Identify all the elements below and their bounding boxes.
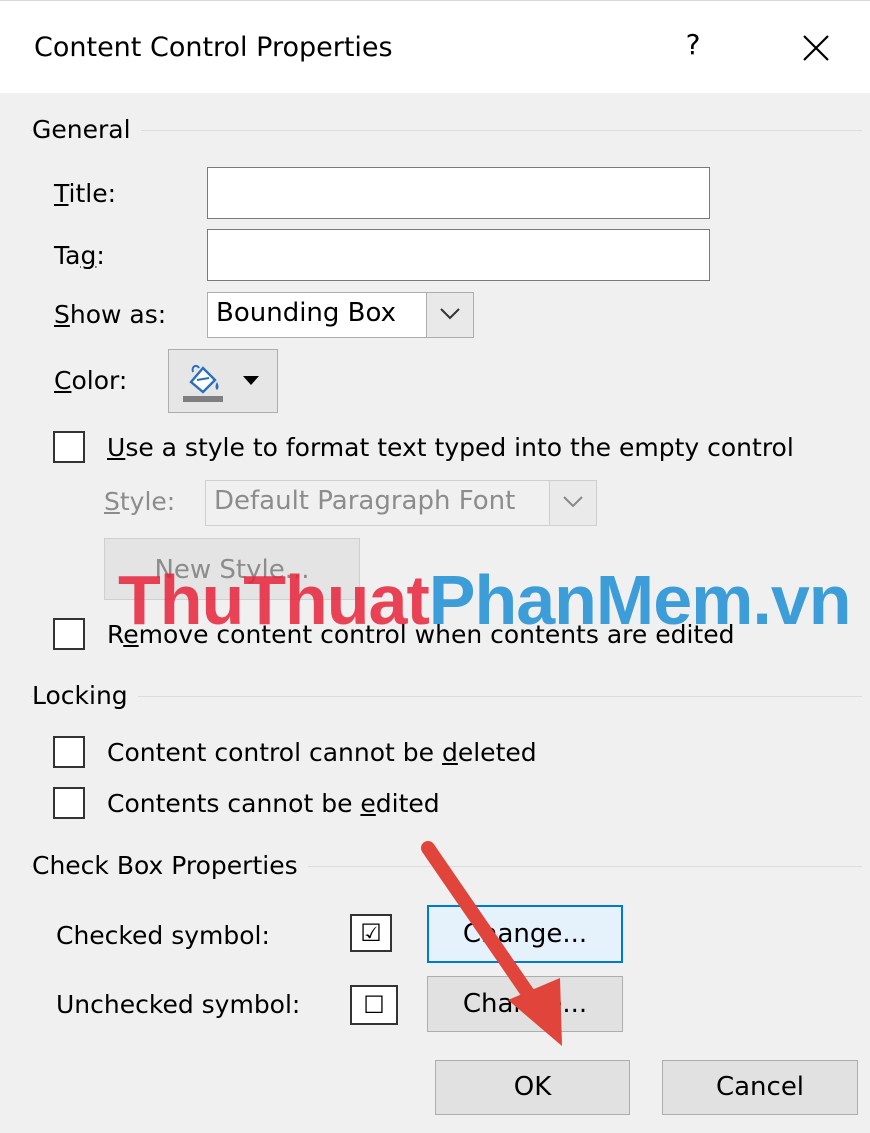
style-value: Default Paragraph Font xyxy=(214,486,516,516)
color-picker-button[interactable] xyxy=(168,349,278,413)
cannot-delete-a: Content control cannot be xyxy=(107,738,442,767)
use-style-rest: se a style to format text typed into the… xyxy=(125,433,794,462)
annotation-arrow-icon xyxy=(421,841,562,1046)
chevron-down-icon xyxy=(563,496,583,508)
cannot-delete-accel: d xyxy=(441,738,458,767)
color-rest: olor: xyxy=(71,366,128,395)
unchecked-symbol-label: Unchecked symbol: xyxy=(56,990,301,1019)
title-label: Title: xyxy=(54,179,116,208)
cannot-delete-checkbox[interactable] xyxy=(53,736,85,768)
style-dropdown[interactable]: Default Paragraph Font xyxy=(205,480,597,526)
dropdown-arrow-icon xyxy=(243,376,259,385)
use-style-label[interactable]: Use a style to format text typed into th… xyxy=(107,433,794,462)
show-as-label: Show as: xyxy=(54,300,166,329)
style-label: Style: xyxy=(104,487,175,516)
cannot-delete-label[interactable]: Content control cannot be deleted xyxy=(107,738,537,767)
general-separator xyxy=(30,130,862,131)
cannot-edit-checkbox[interactable] xyxy=(53,787,85,819)
dialog-title: Content Control Properties xyxy=(34,32,393,63)
tag-label-accel: g xyxy=(80,241,97,270)
watermark-part2: PhanMem xyxy=(428,561,754,639)
show-as-rest: how as: xyxy=(69,300,167,329)
tag-field[interactable] xyxy=(207,229,710,281)
cannot-delete-b: eleted xyxy=(457,738,537,767)
use-style-accel: U xyxy=(107,433,126,462)
watermark-part3: .vn xyxy=(752,561,851,639)
chevron-down-icon xyxy=(440,308,460,320)
show-as-arrow[interactable] xyxy=(426,293,473,337)
show-as-accel: S xyxy=(54,300,70,329)
color-label: Color: xyxy=(54,366,127,395)
style-arrow[interactable] xyxy=(549,481,596,525)
tag-label: Tag: xyxy=(54,241,105,270)
ok-button[interactable]: OK xyxy=(435,1060,630,1115)
cannot-edit-b: dited xyxy=(375,789,440,818)
style-rest: tyle: xyxy=(119,487,176,516)
cancel-button[interactable]: Cancel xyxy=(662,1060,858,1115)
locking-separator xyxy=(30,696,862,697)
cannot-edit-accel: e xyxy=(360,789,376,818)
use-style-checkbox[interactable] xyxy=(53,431,85,463)
general-heading: General xyxy=(32,115,141,144)
tag-label-b: : xyxy=(96,241,105,270)
checked-symbol-preview: ☑ xyxy=(350,914,392,952)
color-accel: C xyxy=(54,366,72,395)
cannot-edit-a: Contents cannot be xyxy=(107,789,361,818)
paint-bucket-icon xyxy=(183,364,223,402)
checked-symbol-label: Checked symbol: xyxy=(56,921,270,950)
close-button[interactable] xyxy=(796,28,836,68)
tag-label-a: Ta xyxy=(54,241,81,270)
style-accel: S xyxy=(104,487,120,516)
watermark: ThuThuatPhanMem.vn xyxy=(118,560,852,640)
title-field[interactable] xyxy=(207,167,710,219)
title-label-accel: T xyxy=(54,179,69,208)
watermark-part1: ThuThuat xyxy=(118,561,430,639)
remove-control-checkbox[interactable] xyxy=(53,618,85,650)
title-label-rest: itle: xyxy=(68,179,117,208)
cannot-edit-label[interactable]: Contents cannot be edited xyxy=(107,789,440,818)
show-as-value: Bounding Box xyxy=(216,298,397,328)
unchecked-symbol-preview: ☐ xyxy=(350,985,398,1025)
close-icon xyxy=(803,35,829,61)
checkbox-props-heading: Check Box Properties xyxy=(32,851,308,880)
help-button[interactable]: ? xyxy=(678,28,708,68)
show-as-dropdown[interactable]: Bounding Box xyxy=(207,292,474,338)
locking-heading: Locking xyxy=(32,681,138,710)
